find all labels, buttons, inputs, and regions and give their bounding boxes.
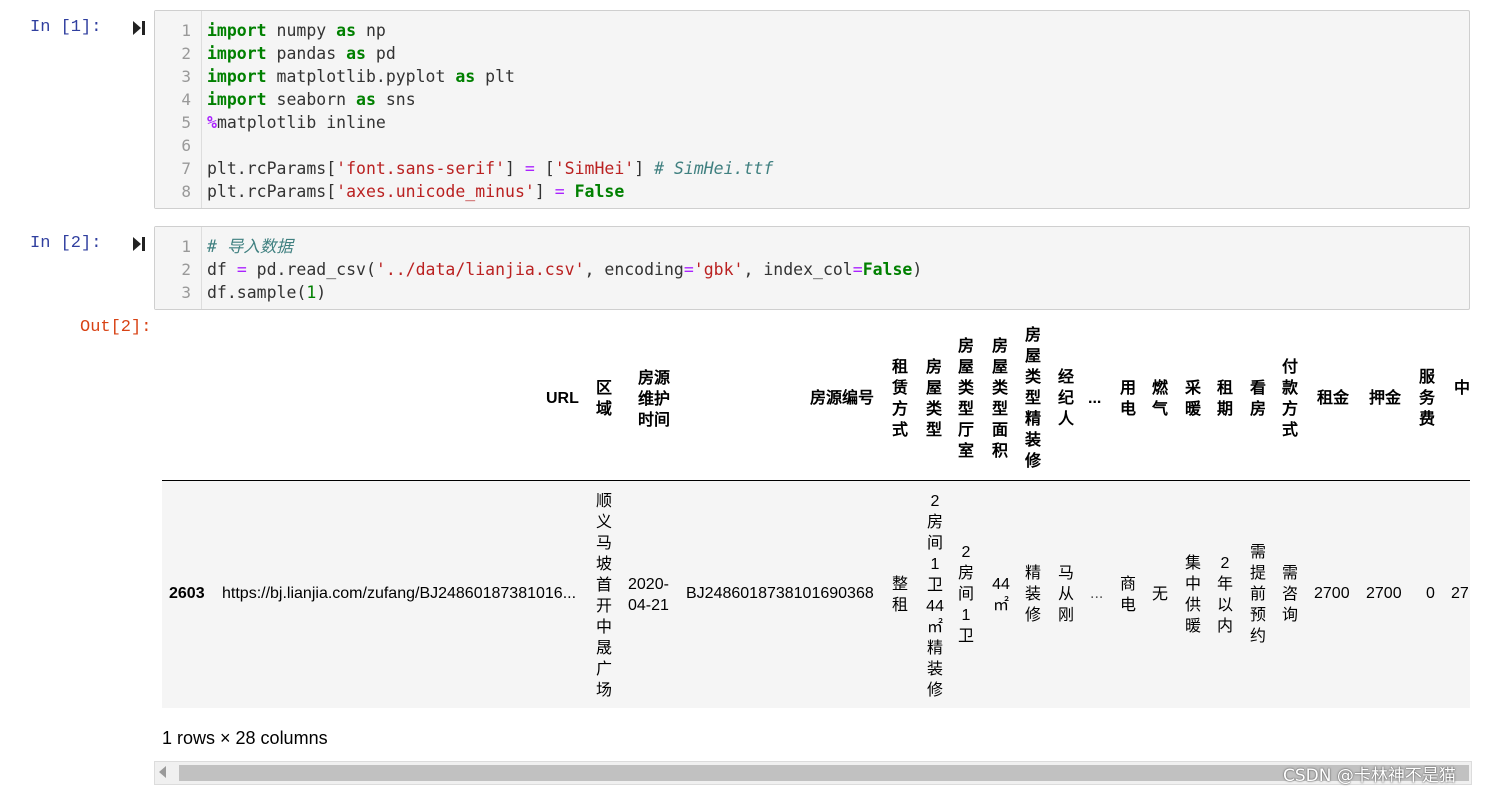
code-editor[interactable]: import numpy as np import pandas as pd i… [207, 19, 1469, 203]
line-number: 5 [181, 113, 191, 132]
line-number: 3 [181, 67, 191, 86]
watermark: CSDN @卡林神不是猫 [1283, 766, 1456, 786]
header-agent: 经纪人 [1057, 369, 1074, 428]
line-number: 7 [181, 159, 191, 178]
code-line: import matplotlib.pyplot as plt [207, 67, 515, 86]
cell-url: https://bj.lianjia.com/zufang/BJ24860187… [222, 585, 577, 602]
header-house-rooms: 房屋类型厅室 [957, 338, 974, 460]
code-line: df.sample(1) [207, 283, 327, 302]
cell-house-type: 2房间1卫44㎡精装修 [926, 493, 944, 699]
code-line: import pandas as pd [207, 44, 396, 63]
cell-decoration: 精装修 [1024, 565, 1041, 624]
header-gas: 燃气 [1151, 380, 1168, 418]
code-cell-2[interactable]: 1 2 3 # 导入数据 df = pd.read_csv('../data/l… [154, 226, 1470, 310]
line-number: 3 [181, 283, 191, 302]
header-url: URL [546, 390, 579, 407]
scrollbar-thumb[interactable] [179, 765, 1469, 781]
cell-maint-date-md: 04-21 [628, 597, 669, 614]
line-number-gutter: 1 2 3 [155, 227, 202, 309]
header-maintenance-time: 房源维护时间 [637, 370, 670, 429]
run-cell-icon[interactable] [132, 236, 146, 252]
header-listing-code: 房源编号 [810, 390, 875, 407]
header-house-area: 房屋类型面积 [991, 338, 1008, 460]
cell-heating: 集中供暖 [1184, 555, 1201, 635]
header-deposit: 押金 [1369, 390, 1402, 407]
horizontal-scrollbar[interactable] [154, 761, 1472, 785]
table-row: 2603 https://bj.lianjia.com/zufang/BJ248… [162, 481, 1470, 708]
header-viewing: 看房 [1249, 380, 1266, 418]
cell-lease-type: 整租 [891, 576, 908, 614]
line-number: 6 [181, 136, 191, 155]
header-mid: 中 [1454, 380, 1470, 397]
code-line: df = pd.read_csv('../data/lianjia.csv', … [207, 260, 923, 279]
header-ellipsis: ... [1088, 390, 1102, 407]
line-number: 2 [181, 260, 191, 279]
cell-house-area: 44 ㎡ [992, 576, 1010, 614]
cell-mid: 27 [1451, 585, 1469, 602]
cell-viewing: 需提前预约 [1249, 544, 1266, 645]
cell-district: 顺义马坡首开中晟广场 [595, 493, 612, 699]
code-line: plt.rcParams['font.sans-serif'] = ['SimH… [207, 159, 774, 178]
cell-maint-date-year: 2020- [628, 576, 669, 593]
cell-gas: 无 [1151, 586, 1168, 603]
cell-deposit: 2700 [1366, 585, 1402, 602]
code-line: plt.rcParams['axes.unicode_minus'] = Fal… [207, 182, 625, 201]
header-district: 区域 [595, 380, 612, 418]
line-number: 8 [181, 182, 191, 201]
cell-listing-code: BJ2486018738101690368 [686, 585, 874, 602]
code-line: import seaborn as sns [207, 90, 416, 109]
dataframe-table: URL 区域 房源维护时间 房源编号 租赁方式 房屋类型 房屋类型厅室 房屋类型… [162, 322, 1470, 710]
header-lease-type: 租赁方式 [891, 359, 908, 439]
dataframe-summary: 1 rows × 28 columns [162, 728, 328, 748]
header-electricity: 用电 [1119, 380, 1136, 418]
cell-lease-term: 2 年以内 [1216, 555, 1233, 635]
header-service-fee: 服务费 [1418, 369, 1435, 428]
code-editor[interactable]: # 导入数据 df = pd.read_csv('../data/lianjia… [207, 235, 1469, 304]
code-cell-1[interactable]: 1 2 3 4 5 6 7 8 import numpy as np impor… [154, 10, 1470, 209]
cell-agent: 马从刚 [1057, 565, 1074, 624]
header-heating: 采暖 [1184, 380, 1201, 418]
cell-rent: 2700 [1314, 585, 1350, 602]
code-line: import numpy as np [207, 21, 386, 40]
line-number: 1 [181, 237, 191, 256]
header-lease-term: 租期 [1216, 380, 1233, 418]
cell-ellipsis: ... [1090, 585, 1104, 602]
line-number: 1 [181, 21, 191, 40]
row-index: 2603 [169, 585, 205, 602]
code-line: # 导入数据 [207, 237, 293, 256]
scroll-left-icon[interactable] [159, 766, 166, 778]
cell-electricity: 商电 [1119, 576, 1136, 614]
code-line: %matplotlib inline [207, 113, 386, 132]
run-cell-icon[interactable] [132, 20, 146, 36]
header-payment-method: 付款方式 [1281, 359, 1298, 439]
header-house-decoration: 房屋类型精装修 [1024, 327, 1041, 470]
header-house-type: 房屋类型 [925, 359, 942, 439]
line-number: 2 [181, 44, 191, 63]
line-number: 4 [181, 90, 191, 109]
line-number-gutter: 1 2 3 4 5 6 7 8 [155, 11, 202, 208]
cell-house-rooms: 2房间1卫 [957, 544, 974, 645]
header-rent: 租金 [1317, 390, 1350, 407]
cell-payment-method: 需咨询 [1281, 565, 1298, 624]
cell-service-fee: 0 [1426, 585, 1435, 602]
